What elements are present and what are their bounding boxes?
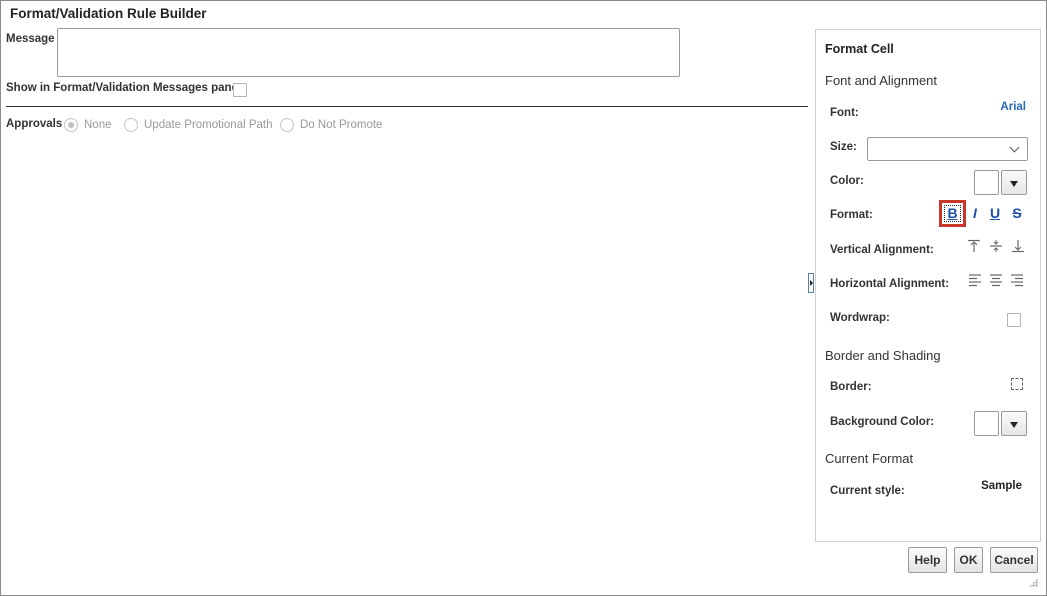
background-color-dropdown-button[interactable] (1001, 411, 1027, 436)
color-label: Color: (830, 175, 864, 187)
align-center-icon[interactable] (989, 273, 1003, 287)
border-icon[interactable] (1011, 378, 1023, 390)
current-style-sample: Sample (981, 480, 1022, 492)
align-left-icon[interactable] (968, 273, 982, 287)
help-button-label: Help (914, 553, 941, 567)
radio-none[interactable] (64, 118, 78, 132)
radio-update-promotional-path-label: Update Promotional Path (144, 119, 273, 131)
radio-none-label: None (84, 119, 112, 131)
approvals-label: Approvals (6, 118, 63, 130)
dialog-title: Format/Validation Rule Builder (10, 6, 207, 21)
background-color-swatch[interactable] (974, 411, 999, 436)
ok-button[interactable]: OK (954, 547, 983, 573)
font-color-swatch[interactable] (974, 170, 999, 195)
divider (6, 106, 808, 107)
chevron-down-icon (1009, 142, 1020, 153)
format-validation-dialog: Format/Validation Rule Builder Message S… (0, 0, 1047, 596)
vertical-alignment-label: Vertical Alignment: (830, 244, 934, 256)
wordwrap-checkbox[interactable] (1007, 313, 1021, 327)
format-label: Format: (830, 209, 873, 221)
font-value-link[interactable]: Arial (1000, 101, 1026, 113)
show-in-pane-checkbox[interactable] (233, 83, 247, 97)
dialog-resize-grip-icon[interactable] (1029, 578, 1038, 587)
cancel-button[interactable]: Cancel (990, 547, 1038, 573)
ok-button-label: OK (959, 553, 978, 567)
radio-do-not-promote-label: Do Not Promote (300, 119, 383, 131)
horizontal-alignment-label: Horizontal Alignment: (830, 278, 950, 290)
collapse-panel-toggle[interactable] (808, 273, 814, 293)
approval-option-none[interactable]: None (64, 118, 112, 132)
approval-option-update-promotional-path[interactable]: Update Promotional Path (124, 118, 273, 132)
align-bottom-icon[interactable] (1011, 239, 1025, 253)
radio-update-promotional-path[interactable] (124, 118, 138, 132)
background-color-label: Background Color: (830, 416, 935, 428)
align-right-icon[interactable] (1010, 273, 1024, 287)
radio-do-not-promote[interactable] (280, 118, 294, 132)
show-in-pane-label: Show in Format/Validation Messages pane (6, 82, 238, 94)
size-label: Size: (830, 141, 857, 153)
font-label: Font: (830, 107, 859, 119)
bold-icon[interactable]: B (944, 205, 961, 222)
wordwrap-label: Wordwrap: (830, 312, 890, 324)
size-select[interactable] (867, 137, 1028, 161)
font-alignment-section: Font and Alignment (825, 73, 938, 88)
current-style-label: Current style: (830, 485, 905, 497)
message-textarea[interactable] (57, 28, 680, 77)
border-shading-section: Border and Shading (825, 348, 941, 363)
message-label: Message (6, 33, 55, 45)
italic-icon[interactable]: I (966, 204, 984, 222)
strikethrough-icon[interactable]: S (1008, 204, 1026, 222)
align-top-icon[interactable] (967, 239, 981, 253)
border-label: Border: (830, 381, 872, 393)
font-color-dropdown-button[interactable] (1001, 170, 1027, 195)
align-middle-icon[interactable] (989, 239, 1003, 253)
cancel-button-label: Cancel (994, 553, 1034, 567)
help-button[interactable]: Help (908, 547, 947, 573)
format-cell-panel: Format Cell Font and Alignment Font: Ari… (815, 29, 1041, 542)
format-cell-title: Format Cell (825, 42, 894, 56)
bold-highlight: B (939, 200, 966, 227)
underline-icon[interactable]: U (986, 204, 1004, 222)
current-format-section: Current Format (825, 451, 914, 466)
approval-option-do-not-promote[interactable]: Do Not Promote (280, 118, 382, 132)
